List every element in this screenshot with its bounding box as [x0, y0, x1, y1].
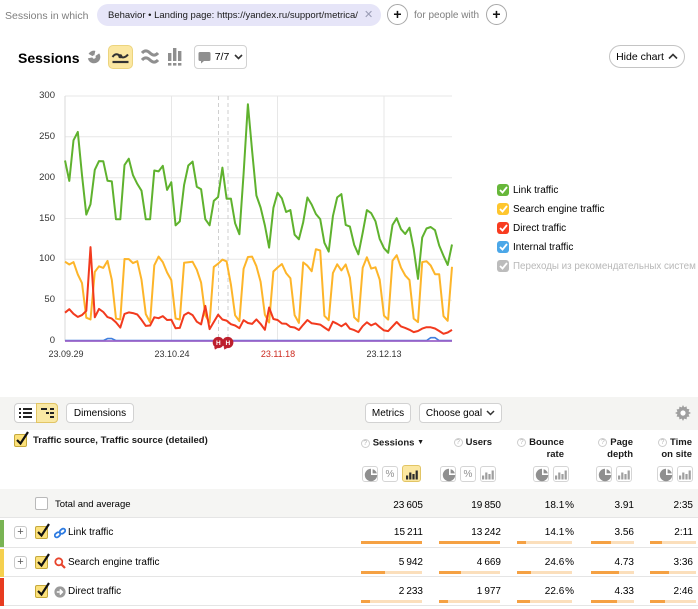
svg-text:H: H — [225, 340, 230, 347]
svg-text:H: H — [216, 340, 221, 347]
